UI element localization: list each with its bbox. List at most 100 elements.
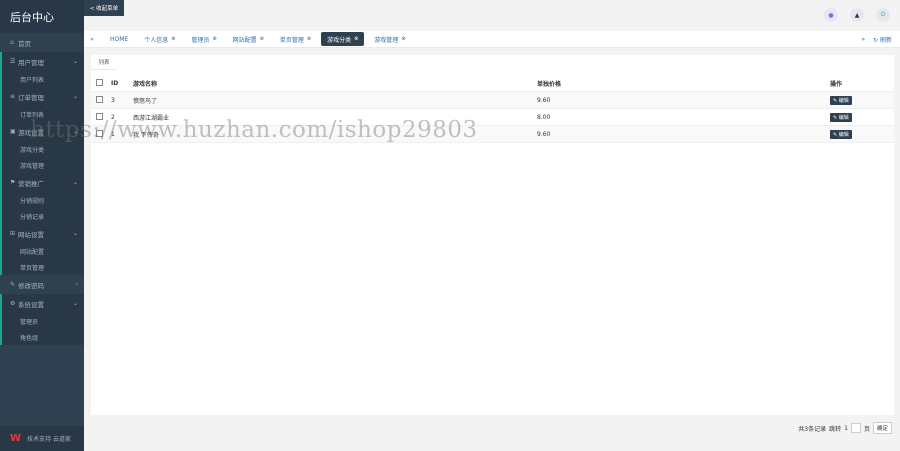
- sitemap-icon: ⊞: [10, 230, 16, 237]
- edit-button[interactable]: ✎ 编辑: [830, 112, 852, 122]
- close-icon[interactable]: ⊗: [354, 36, 358, 42]
- list-subtab[interactable]: 列表: [91, 55, 117, 70]
- collapse-menu-button[interactable]: < 收起菜单: [84, 0, 124, 16]
- close-icon[interactable]: ⊗: [212, 36, 216, 42]
- list-icon: ≡: [10, 93, 16, 100]
- tab-site-config[interactable]: 网站配置 ⊗: [227, 32, 270, 46]
- users-icon: ☰: [10, 58, 16, 65]
- flag-icon: ⚑: [10, 179, 16, 186]
- refresh-label: 刷新: [879, 36, 892, 44]
- vendor-logo-icon: W: [10, 433, 22, 444]
- theme-icon[interactable]: ●: [824, 8, 838, 22]
- sidebar-item-label: 订单管理: [18, 93, 44, 102]
- sidebar-item-site[interactable]: ⊞ 网站设置 ⌄: [0, 224, 84, 243]
- tab-label: 网站配置: [232, 36, 257, 44]
- confirm-button[interactable]: 确定: [872, 422, 892, 434]
- cell-price: 9.60: [537, 130, 551, 138]
- tab-game-manage[interactable]: 游戏管理 ⊗: [368, 32, 411, 46]
- sidebar-item-label: 首页: [18, 39, 31, 48]
- close-icon[interactable]: ⊗: [260, 36, 264, 42]
- tab-label: HOME: [110, 35, 129, 43]
- select-all-checkbox[interactable]: [96, 78, 103, 86]
- sidebar-item-label: 用户管理: [18, 58, 44, 67]
- sidebar-footer: W 技术支持 云道家: [0, 426, 84, 451]
- chevron-down-icon: ⌄: [72, 300, 78, 307]
- sidebar-sub-game-category[interactable]: 游戏分类: [2, 141, 84, 157]
- page-input[interactable]: [850, 423, 861, 433]
- sidebar-item-label: 修改密码: [18, 281, 44, 290]
- edit-icon: ✎: [833, 97, 838, 104]
- sidebar-sub-dist-rules[interactable]: 分销规则: [2, 192, 84, 208]
- sidebar-sub-user-list[interactable]: 用户列表: [2, 71, 84, 87]
- table-row: 3 愤怒鸟了 9.60 ✎ 编辑: [91, 92, 894, 109]
- tab-bar: « HOME 个人信息 ⊗ 管理员 ⊗ 网站配置 ⊗ 单页管理 ⊗ 游戏分类 ⊗ 游戏管理…: [84, 31, 900, 48]
- logout-icon[interactable]: ⏻: [876, 8, 890, 22]
- sidebar-item-system[interactable]: ⚙ 系统设置 ⌄: [0, 294, 84, 313]
- edit-icon: ✎: [833, 114, 838, 121]
- tab-label: 游戏管理: [374, 36, 399, 44]
- sidebar-item-orders[interactable]: ≡ 订单管理 ⌄: [0, 87, 84, 106]
- edit-label: 编辑: [838, 131, 849, 138]
- cell-price: 8.00: [537, 113, 551, 121]
- column-header-name: 游戏名称: [133, 80, 158, 88]
- row-checkbox[interactable]: [96, 95, 103, 103]
- tab-label: 个人信息: [144, 36, 169, 44]
- watermark-text: https://www.huzhan.com/ishop29803: [30, 117, 478, 143]
- tab-profile[interactable]: 个人信息 ⊗: [138, 32, 181, 46]
- edit-button[interactable]: ✎ 编辑: [830, 95, 852, 105]
- edit-icon: ✎: [10, 281, 16, 288]
- tab-scroll-right-icon[interactable]: »: [861, 36, 865, 43]
- page-number: 1: [844, 424, 848, 432]
- top-header: < 收起菜单 ● ▲ ⏻: [84, 0, 900, 31]
- sidebar-item-users[interactable]: ☰ 用户管理 ⌄: [0, 52, 84, 71]
- sidebar-sub-site-config[interactable]: 网站配置: [2, 243, 84, 259]
- tab-game-category[interactable]: 游戏分类 ⊗: [321, 32, 365, 46]
- edit-button[interactable]: ✎ 编辑: [830, 129, 852, 139]
- column-header-id: ID: [111, 79, 119, 87]
- cell-price: 9.60: [537, 96, 551, 104]
- close-icon[interactable]: ⊗: [171, 36, 175, 42]
- content-panel: 列表 ID 游戏名称 单独价格 操作 3 愤怒鸟了 9.60 ✎ 编辑 2 西游…: [91, 55, 894, 415]
- tab-admins[interactable]: 管理员 ⊗: [185, 32, 222, 46]
- close-icon[interactable]: ⊗: [401, 36, 405, 42]
- tab-home[interactable]: HOME: [104, 32, 134, 46]
- tab-single-page[interactable]: 单页管理 ⊗: [274, 32, 317, 46]
- refresh-icon: ↻: [873, 36, 879, 44]
- close-icon[interactable]: ⊗: [307, 36, 311, 42]
- refresh-button[interactable]: ↻ 刷新: [873, 35, 892, 44]
- page-unit: 页: [863, 425, 870, 433]
- gear-icon: ⚙: [10, 300, 16, 307]
- footer-text: 技术支持 云道家: [27, 436, 71, 443]
- tab-label: 管理员: [191, 36, 210, 44]
- sidebar-sub-dist-records[interactable]: 分销记录: [2, 208, 84, 224]
- sidebar-item-label: 营销推广: [18, 179, 44, 188]
- sidebar-sub-game-manage[interactable]: 游戏管理: [2, 157, 84, 173]
- sidebar-item-marketing[interactable]: ⚑ 营销推广 ⌄: [0, 173, 84, 192]
- goto-label: 跳转: [829, 425, 842, 433]
- column-header-price: 单独价格: [537, 80, 562, 88]
- pagination: 共3条记录 跳转 1 页 确定: [798, 422, 892, 434]
- sidebar-item-label: 系统设置: [18, 300, 44, 309]
- chevron-down-icon: ⌄: [72, 93, 78, 100]
- sidebar: 后台中心 ⌂ 首页 ☰ 用户管理 ⌄ 用户列表 ≡ 订单管理 ⌄ 订单列表 ▣ 游戏设置 ⌄ …: [0, 0, 84, 451]
- sidebar-item-password[interactable]: ✎ 修改密码 ‹: [0, 275, 84, 294]
- sidebar-item-home[interactable]: ⌂ 首页: [0, 33, 84, 52]
- sidebar-sub-single-page[interactable]: 单页管理: [2, 259, 84, 275]
- cell-id: 3: [111, 96, 115, 104]
- user-icon[interactable]: ▲: [850, 8, 864, 22]
- edit-label: 编辑: [838, 97, 849, 104]
- edit-icon: ✎: [833, 131, 838, 138]
- edit-label: 编辑: [838, 114, 849, 121]
- sidebar-sub-admins[interactable]: 管理员: [2, 313, 84, 329]
- tab-scroll-left-icon[interactable]: «: [84, 36, 100, 43]
- chevron-down-icon: ⌄: [72, 230, 78, 237]
- sidebar-item-label: 网站设置: [18, 230, 44, 239]
- column-header-op: 操作: [830, 80, 843, 88]
- chevron-left-icon: ‹: [75, 281, 78, 288]
- cell-name: 愤怒鸟了: [133, 97, 158, 105]
- chevron-down-icon: ⌄: [72, 179, 78, 186]
- tab-label: 单页管理: [279, 36, 304, 44]
- tab-label: 游戏分类: [327, 36, 352, 44]
- sidebar-sub-roles[interactable]: 角色组: [2, 329, 84, 345]
- chevron-down-icon: ⌄: [72, 58, 78, 65]
